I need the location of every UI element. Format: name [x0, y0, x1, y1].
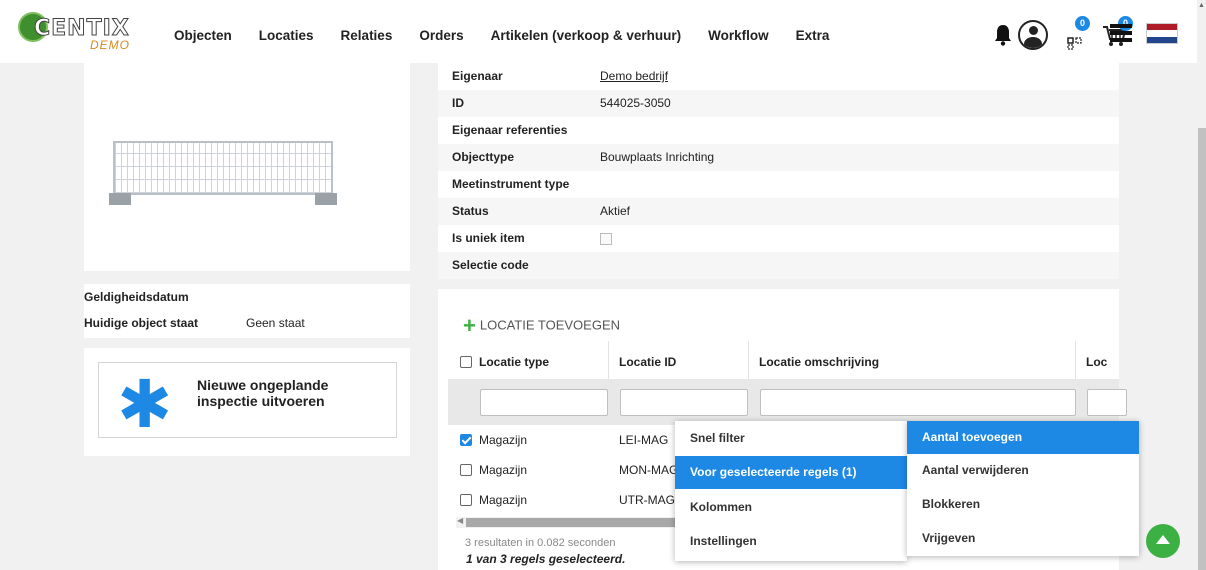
logo-demo-text: DEMO: [90, 38, 130, 52]
filter-row: [448, 379, 1127, 425]
detail-label: Eigenaar: [452, 69, 503, 83]
asterisk-icon: ✱: [117, 367, 173, 441]
menu-item-kolommen[interactable]: Kolommen: [675, 491, 907, 524]
detail-row: Selectie code: [438, 252, 1119, 279]
submenu: Aantal toevoegen Aantal verwijderen Blok…: [907, 421, 1139, 556]
inspection-panel: ✱ Nieuwe ongeplande inspectie uitvoeren: [84, 348, 410, 456]
nav-workflow[interactable]: Workflow: [708, 28, 769, 43]
detail-label: Status: [452, 204, 489, 218]
nav-locaties[interactable]: Locaties: [259, 28, 314, 43]
detail-label: Eigenaar referenties: [452, 123, 568, 137]
info-row-geldigheidsdatum: Geldigheidsdatum: [84, 284, 410, 310]
detail-value: Bouwplaats Inrichting: [600, 150, 715, 164]
detail-row: Eigenaar referenties: [438, 117, 1119, 144]
filter-loc[interactable]: [1087, 389, 1127, 416]
detail-label: ID: [452, 96, 464, 110]
nav-objecten[interactable]: Objecten: [174, 28, 232, 43]
cell-id: LEI-MAG: [619, 433, 669, 447]
menu-item-instellingen[interactable]: Instellingen: [675, 525, 907, 558]
row-checkbox[interactable]: [460, 494, 472, 506]
col-locatie-type[interactable]: Locatie type: [479, 355, 549, 369]
row-checkbox[interactable]: [460, 464, 472, 476]
detail-value: Aktief: [600, 204, 631, 218]
context-menu: Snel filter Voor geselecteerde regels (1…: [675, 421, 907, 561]
detail-label: Meetinstrument type: [452, 177, 570, 191]
centix-logo[interactable]: CENTIX DEMO: [18, 10, 138, 56]
table-hscrollbar[interactable]: ◀: [456, 516, 696, 528]
top-navbar: CENTIX DEMO Objecten Locaties Relaties O…: [0, 0, 1197, 63]
detail-row: ID 544025-3050: [438, 90, 1119, 117]
detail-row: Is uniek item: [438, 225, 1119, 252]
cell-type: Magazijn: [479, 493, 528, 507]
detail-row: Eigenaar Demo bedrijf: [438, 63, 1119, 90]
bell-icon[interactable]: [994, 24, 1012, 46]
filter-locatie-type[interactable]: [480, 389, 608, 416]
col-loc[interactable]: Loc: [1086, 355, 1107, 369]
hscroll-thumb[interactable]: [466, 518, 696, 527]
scroll-up-icon[interactable]: ▲: [1198, 2, 1205, 9]
detail-label: Selectie code: [452, 258, 529, 272]
cell-id: MON-MAG: [619, 463, 679, 477]
inspection-label: Nieuwe ongeplande inspectie uitvoeren: [197, 377, 329, 409]
scroll-left-icon[interactable]: ◀: [457, 516, 463, 525]
nav-extra[interactable]: Extra: [796, 28, 830, 43]
col-locatie-omschrijving[interactable]: Locatie omschrijving: [759, 355, 879, 369]
cell-type: Magazijn: [479, 433, 528, 447]
filter-locatie-omschrijving[interactable]: [760, 389, 1076, 416]
add-location-button[interactable]: + LOCATIE TOEVOEGEN: [463, 313, 620, 339]
submenu-item-aantal-verwijderen[interactable]: Aantal verwijderen: [907, 454, 1139, 487]
cell-type: Magazijn: [479, 463, 528, 477]
table-header: Locatie type Locatie ID Locatie omschrij…: [448, 341, 1119, 379]
info-label: Huidige object staat: [84, 316, 199, 330]
detail-row: Objecttype Bouwplaats Inrichting: [438, 144, 1119, 171]
nav-relaties[interactable]: Relaties: [341, 28, 393, 43]
select-all-checkbox[interactable]: [460, 356, 472, 368]
submenu-item-vrijgeven[interactable]: Vrijgeven: [907, 522, 1139, 555]
scrollbar-thumb[interactable]: [1198, 128, 1206, 570]
fence-image: [103, 135, 343, 210]
cell-id: UTR-MAG: [619, 493, 675, 507]
selection-count: 1 van 3 regels geselecteerd.: [466, 552, 626, 566]
detail-label: Objecttype: [452, 150, 515, 164]
page-scrollbar[interactable]: ▲: [1197, 0, 1206, 570]
new-inspection-button[interactable]: ✱ Nieuwe ongeplande inspectie uitvoeren: [98, 362, 397, 438]
object-details-table: Eigenaar Demo bedrijf ID 544025-3050 Eig…: [438, 63, 1119, 279]
menu-item-snel-filter[interactable]: Snel filter: [675, 422, 907, 455]
results-count: 3 resultaten in 0.082 seconden: [465, 537, 616, 549]
object-state-panel: Geldigheidsdatum Huidige object staat Ge…: [84, 284, 410, 338]
unique-item-checkbox: [600, 225, 612, 252]
submenu-item-blokkeren[interactable]: Blokkeren: [907, 488, 1139, 521]
scan-badge: 0: [1075, 16, 1090, 31]
info-value: Geen staat: [246, 316, 305, 330]
scroll-to-top-button[interactable]: [1146, 524, 1180, 558]
detail-value: 544025-3050: [600, 96, 671, 110]
user-avatar-icon[interactable]: [1018, 20, 1048, 50]
submenu-item-aantal-toevoegen[interactable]: Aantal toevoegen: [907, 421, 1139, 454]
info-label: Geldigheidsdatum: [84, 290, 189, 304]
filter-locatie-id[interactable]: [620, 389, 748, 416]
nl-flag-icon[interactable]: [1146, 23, 1178, 44]
main-nav: Objecten Locaties Relaties Orders Artike…: [174, 28, 856, 43]
col-locatie-id[interactable]: Locatie ID: [619, 355, 676, 369]
menu-item-geselecteerde-regels[interactable]: Voor geselecteerde regels (1): [675, 456, 907, 489]
detail-row: Status Aktief: [438, 198, 1119, 225]
add-location-label: LOCATIE TOEVOEGEN: [479, 317, 621, 333]
nav-artikelen[interactable]: Artikelen (verkoop & verhuur): [491, 28, 682, 43]
owner-link[interactable]: Demo bedrijf: [600, 63, 668, 90]
nav-orders[interactable]: Orders: [419, 28, 463, 43]
detail-label: Is uniek item: [452, 231, 525, 245]
info-row-object-staat: Huidige object staat Geen staat: [84, 310, 410, 336]
hamburger-icon[interactable]: [1110, 24, 1132, 42]
plus-icon: +: [463, 313, 476, 338]
row-checkbox[interactable]: [460, 434, 472, 446]
detail-row: Meetinstrument type: [438, 171, 1119, 198]
